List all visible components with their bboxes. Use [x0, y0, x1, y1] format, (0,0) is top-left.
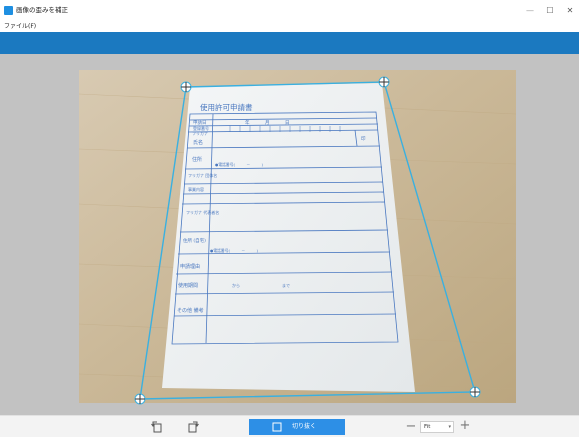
bottom-toolbar: 切り抜く − Fit ▾ + — [0, 415, 579, 437]
form-label-date: 申請日 — [193, 119, 207, 126]
form-label-rep: フリガナ 代表者名 — [186, 209, 219, 215]
menu-bar: ファイル(F) — [0, 22, 579, 32]
form-period-to: まで — [282, 283, 290, 288]
minimize-button[interactable]: — — [523, 5, 537, 16]
image-canvas[interactable]: 使用許可申請書 申請日 年 月 日 登録番号 フリガナ 氏名 印 住所 ●電話番… — [0, 54, 579, 415]
corner-handle-bottom-right[interactable] — [469, 386, 481, 398]
zoom-out-button[interactable]: − — [405, 420, 417, 434]
zoom-in-button[interactable]: + — [459, 419, 471, 433]
form-phone-1: ●電話番号( － ) — [215, 162, 264, 167]
rotate-right-icon[interactable] — [186, 420, 200, 434]
form-label-org: フリガナ 団体名 — [188, 172, 217, 178]
corner-handle-top-left[interactable] — [180, 81, 192, 93]
form-label-seal: 印 — [361, 135, 366, 142]
canvas-svg: 使用許可申請書 申請日 年 月 日 登録番号 フリガナ 氏名 印 住所 ●電話番… — [78, 70, 517, 405]
close-button[interactable]: ✕ — [563, 5, 577, 16]
zoom-value: Fit — [424, 424, 431, 430]
form-period-from: から — [232, 282, 240, 288]
title-bar: 画像の歪みを補正 — ☐ ✕ — [0, 0, 579, 22]
header-band — [0, 32, 579, 54]
crop-button[interactable]: 切り抜く — [249, 419, 345, 435]
app-window: 画像の歪みを補正 — ☐ ✕ ファイル(F) 使用許可申請書 申請日 年 月 日… — [0, 0, 579, 437]
form-label-furigana: フリガナ — [192, 130, 208, 136]
window-title: 画像の歪みを補正 — [16, 6, 68, 14]
corner-handle-top-right[interactable] — [378, 76, 390, 88]
form-label-period: 使用期間 — [178, 282, 198, 289]
form-label-notes: その他 備考 — [177, 307, 204, 314]
form-label-address: 住所 — [192, 156, 202, 163]
form-label-business: 事業内容 — [188, 186, 204, 192]
app-icon — [4, 6, 13, 15]
rotate-left-icon[interactable] — [150, 420, 164, 434]
form-title: 使用許可申請書 — [200, 102, 253, 112]
zoom-select[interactable]: Fit ▾ — [420, 421, 454, 433]
form-phone-2: ●電話番号( － ) — [210, 248, 259, 253]
form-label-year: 年 — [245, 119, 250, 126]
menu-file[interactable]: ファイル(F) — [4, 22, 36, 31]
form-label-day: 日 — [285, 120, 290, 126]
form-label-home: 住所 (自宅) — [183, 237, 206, 244]
crop-button-label: 切り抜く — [292, 423, 317, 430]
crop-icon — [272, 422, 282, 432]
corner-handle-bottom-left[interactable] — [134, 393, 146, 405]
form-label-name: 氏名 — [193, 139, 203, 146]
form-label-month: 月 — [265, 120, 270, 126]
maximize-button[interactable]: ☐ — [543, 5, 557, 16]
form-label-reason: 申請理由 — [180, 263, 200, 270]
chevron-down-icon: ▾ — [448, 424, 451, 430]
